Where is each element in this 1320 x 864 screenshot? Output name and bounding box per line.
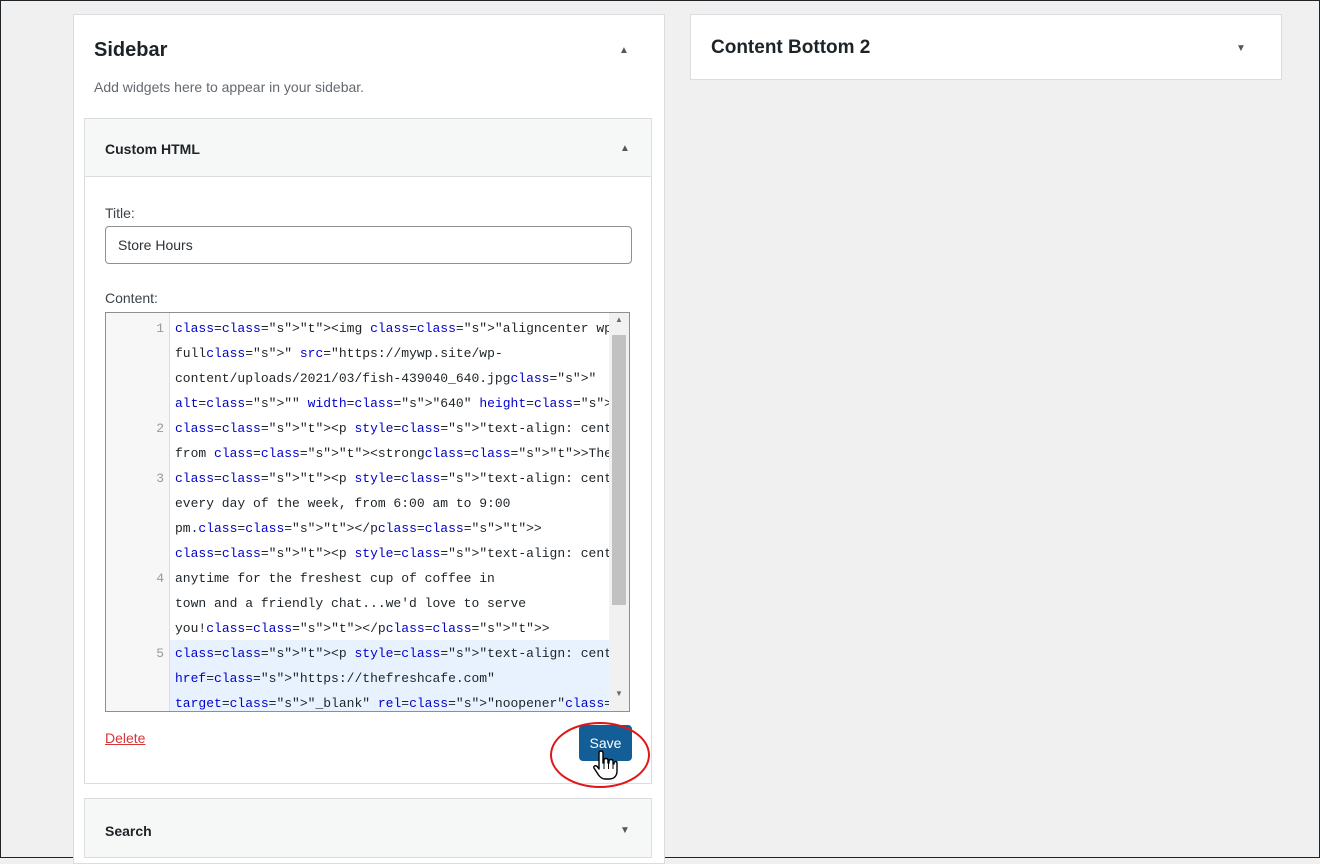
code-editor-scrollbar[interactable]: ▲ ▼ bbox=[609, 313, 629, 711]
content-bottom-2-title: Content Bottom 2 bbox=[711, 37, 871, 58]
hand-cursor-icon bbox=[593, 750, 618, 780]
code-line: class=class="s">"t"><p style=class="s">"… bbox=[175, 421, 630, 436]
expand-icon[interactable]: ▼ bbox=[1236, 43, 1246, 54]
code-line: content/uploads/2021/03/fish-439040_640.… bbox=[175, 371, 597, 386]
scroll-thumb[interactable] bbox=[612, 335, 626, 605]
delete-link[interactable]: Delete bbox=[105, 730, 145, 746]
line-number: 3 bbox=[156, 471, 164, 486]
code-line: from class=class="s">"t"><strongclass=cl… bbox=[175, 446, 629, 461]
code-line: class=class="s">"t"><p style=class="s">"… bbox=[175, 471, 630, 486]
code-line: class=class="s">"t"><p style=class="s">"… bbox=[175, 546, 630, 561]
code-line: target=class="s">"_blank" rel=class="s">… bbox=[175, 696, 629, 711]
code-line: town and a friendly chat...we'd love to … bbox=[175, 596, 527, 611]
content-bottom-2-area[interactable]: Content Bottom 2 ▼ bbox=[690, 14, 1282, 80]
sidebar-collapse-icon[interactable]: ▲ bbox=[619, 45, 629, 56]
code-line: you!class=class="s">"t"></pclass=class="… bbox=[175, 621, 550, 636]
line-number: 5 bbox=[156, 646, 164, 661]
code-line: pm.class=class="s">"t"></pclass=class="s… bbox=[175, 521, 542, 536]
title-input[interactable] bbox=[105, 226, 632, 264]
sidebar-description: Add widgets here to appear in your sideb… bbox=[94, 79, 365, 95]
search-widget-name: Search bbox=[105, 823, 152, 839]
code-line: anytime for the freshest cup of coffee i… bbox=[175, 571, 495, 586]
code-editor[interactable]: 1 2 3 4 5 class=class="s">"t"><img class… bbox=[105, 312, 630, 712]
expand-icon[interactable]: ▼ bbox=[620, 825, 630, 836]
scroll-down-icon[interactable]: ▼ bbox=[609, 689, 629, 698]
code-line: class=class="s">"t"><img class=class="s"… bbox=[175, 321, 629, 336]
line-number: 1 bbox=[156, 321, 164, 336]
widget-collapse-icon[interactable]: ▲ bbox=[620, 143, 630, 154]
content-label: Content: bbox=[105, 290, 158, 306]
custom-html-widget: Custom HTML ▲ Title: Content: 1 2 3 4 5 … bbox=[84, 118, 652, 784]
search-widget[interactable]: Search ▼ bbox=[84, 798, 652, 858]
code-line: alt=class="s">"" width=class="s">"640" h… bbox=[175, 396, 629, 411]
title-label: Title: bbox=[105, 205, 135, 221]
code-line: fullclass="s">" src="https://mywp.site/w… bbox=[175, 346, 503, 361]
custom-html-widget-header[interactable]: Custom HTML ▲ bbox=[85, 119, 651, 177]
line-number: 2 bbox=[156, 421, 164, 436]
line-number: 4 bbox=[156, 571, 164, 586]
sidebar-title: Sidebar bbox=[94, 39, 168, 61]
custom-html-widget-name: Custom HTML bbox=[105, 141, 200, 157]
code-line: href=class="s">"https://thefreshcafe.com… bbox=[175, 671, 495, 686]
scroll-up-icon[interactable]: ▲ bbox=[609, 315, 629, 324]
line-number-gutter: 1 2 3 4 5 bbox=[106, 313, 170, 711]
code-line: every day of the week, from 6:00 am to 9… bbox=[175, 496, 511, 511]
code-line: class=class="s">"t"><p style=class="s">"… bbox=[175, 646, 630, 661]
